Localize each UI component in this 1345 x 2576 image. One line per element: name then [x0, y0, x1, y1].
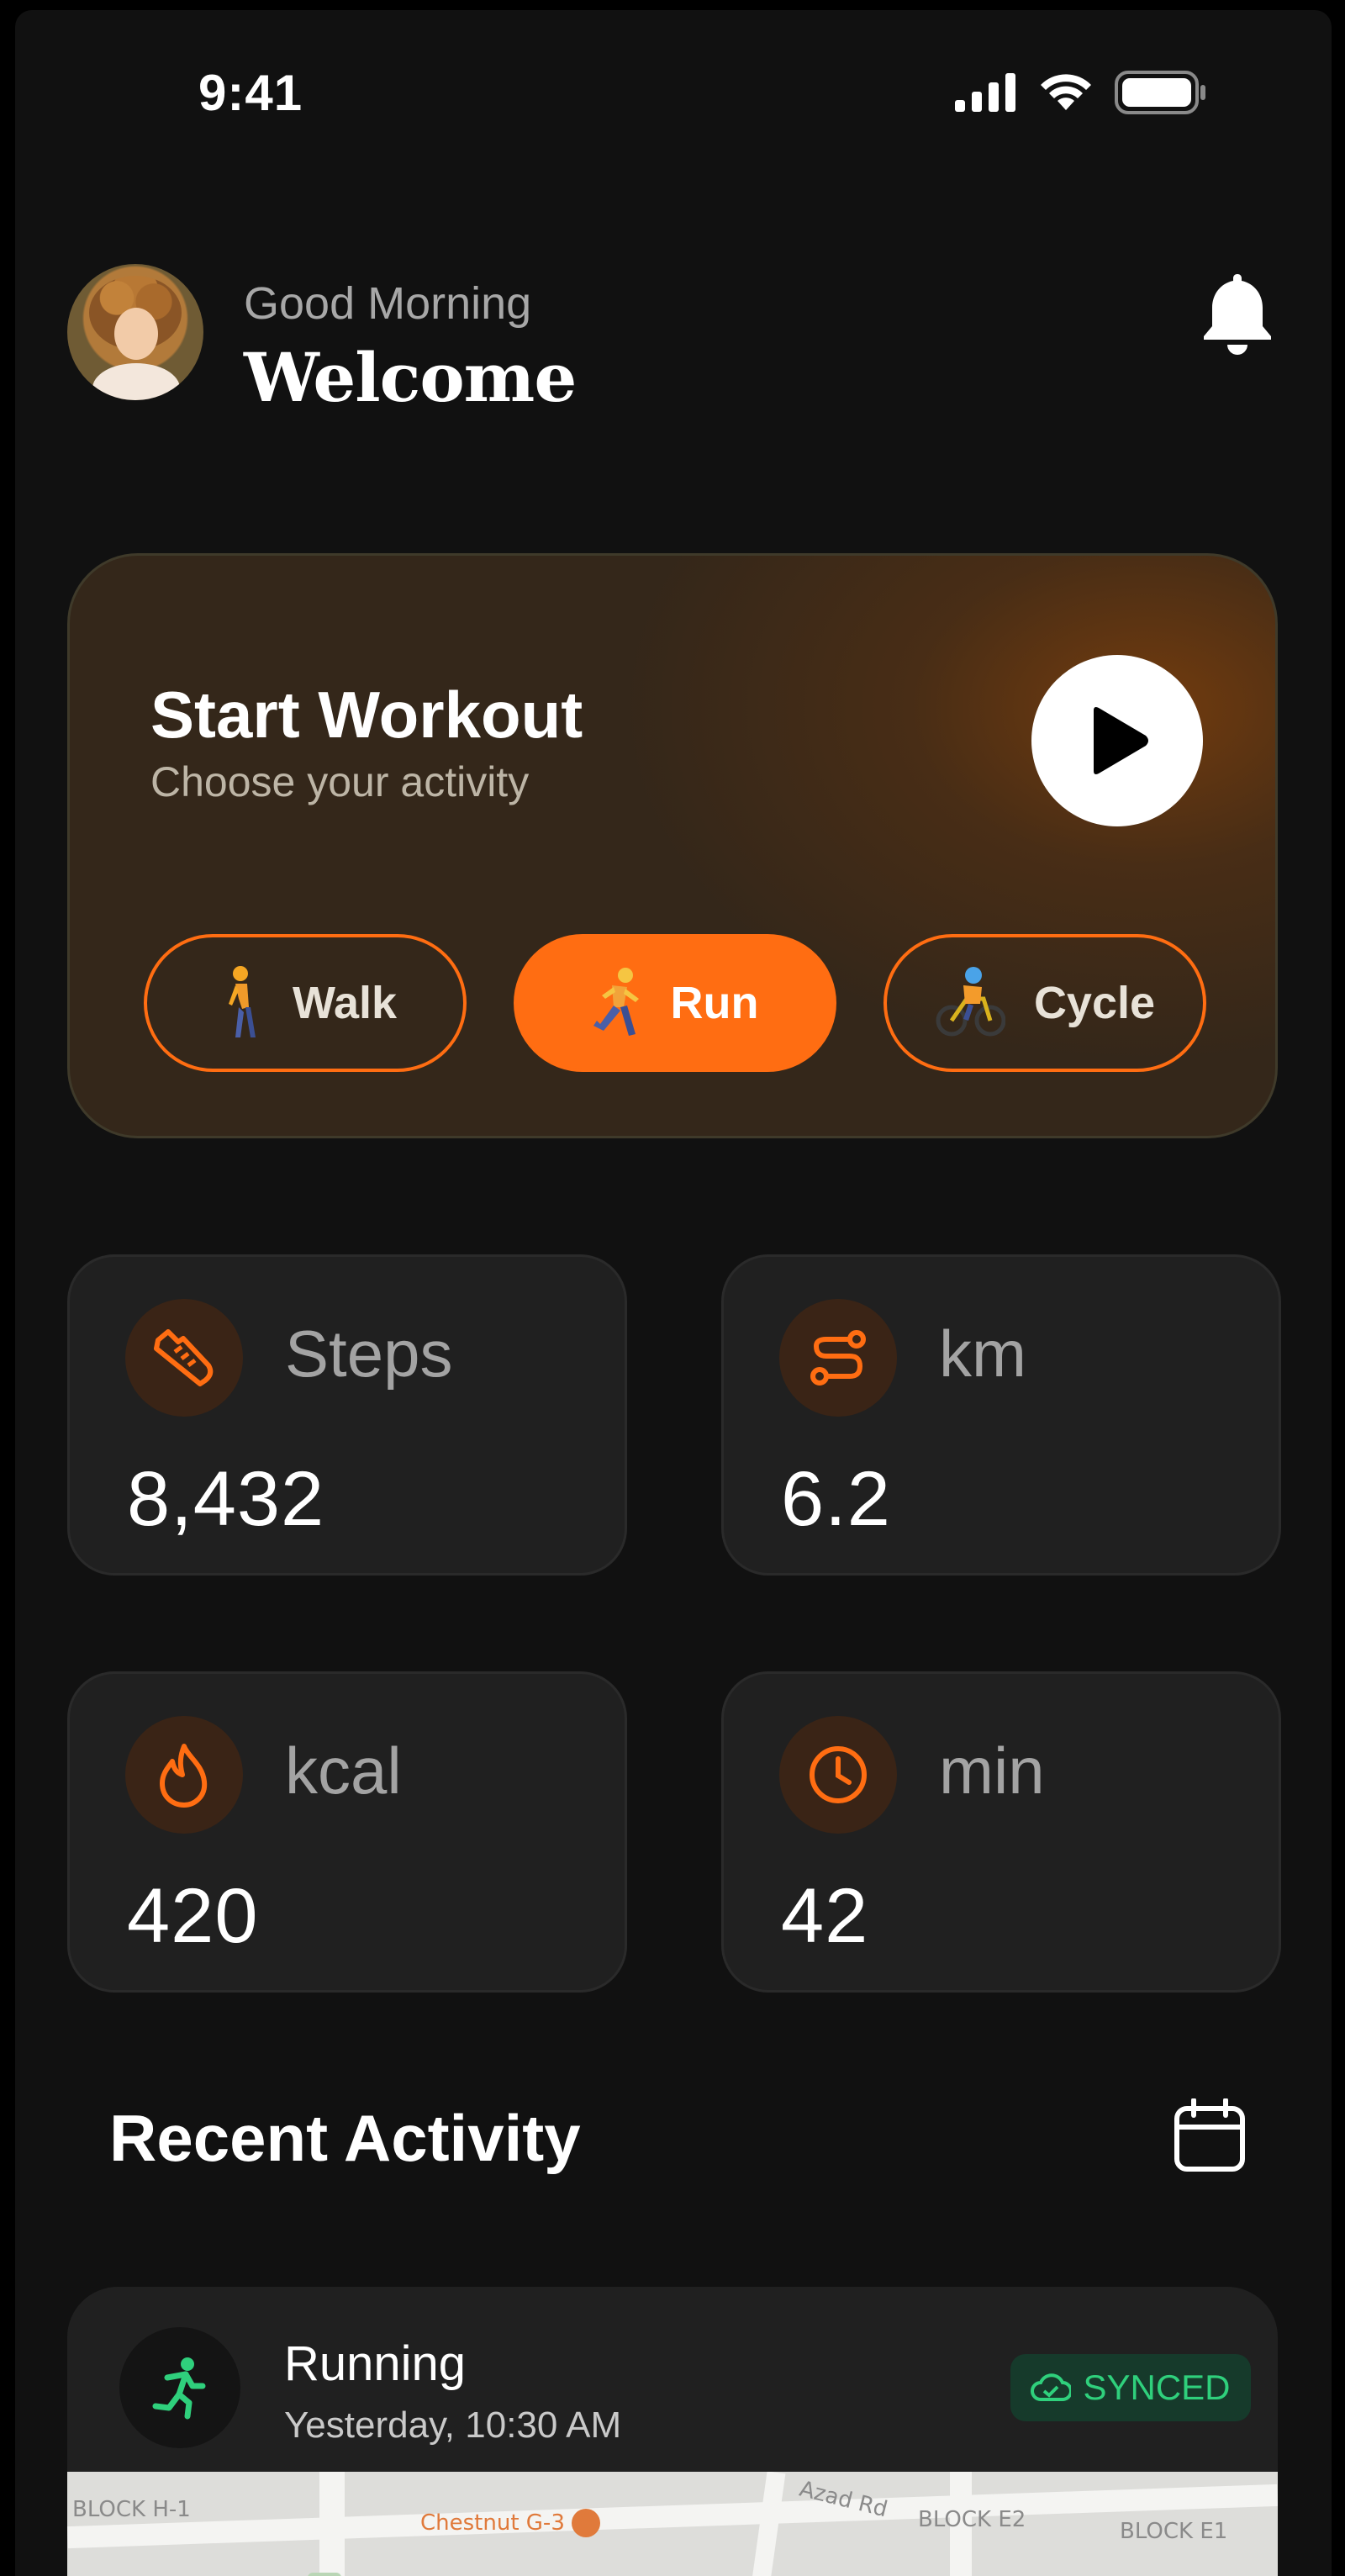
stat-card-duration[interactable]: min 42 — [721, 1671, 1281, 1993]
map-label: Chestnut G-3 — [420, 2510, 565, 2536]
activity-chip-run[interactable]: Run — [514, 934, 836, 1072]
activity-chip-label: Cycle — [1033, 978, 1156, 1028]
map-pin — [572, 2509, 600, 2537]
activity-time: Yesterday, 10:30 AM — [284, 2404, 622, 2446]
flame-icon — [160, 1744, 208, 1808]
running-icon — [152, 2357, 206, 2420]
calendar-icon[interactable] — [1172, 2098, 1247, 2174]
app-screen: 9:41 Good Morning Welcome Start Workout … — [15, 10, 1332, 2576]
stat-value: 420 — [127, 1873, 259, 1959]
status-badge: SYNCED — [1010, 2354, 1251, 2421]
cloud-check-icon — [1031, 2373, 1072, 2401]
shoe-icon — [154, 1329, 214, 1386]
status-time: 9:41 — [198, 65, 303, 121]
page-title: Welcome — [244, 338, 577, 417]
activity-card[interactable]: Running Yesterday, 10:30 AM SYNCED BLOCK… — [67, 2287, 1278, 2576]
section-title: Recent Activity — [109, 2101, 581, 2175]
workout-title: Start Workout — [150, 678, 583, 752]
running-person-icon — [593, 968, 639, 1036]
stat-label: min — [939, 1734, 1045, 1808]
stat-value: 6.2 — [781, 1456, 891, 1542]
walking-person-icon — [228, 966, 256, 1037]
map-label: BLOCK H-1 — [72, 2497, 191, 2522]
activity-name: Running — [284, 2336, 467, 2391]
activity-chip-walk[interactable]: Walk — [144, 934, 467, 1072]
workout-subtitle: Choose your activity — [150, 758, 530, 805]
stat-label: km — [939, 1317, 1026, 1391]
activity-map[interactable]: BLOCK H-1 Chestnut G-3 BLOCK E2 BLOCK E1… — [67, 2472, 1278, 2576]
start-workout-card: Start Workout Choose your activity Walk — [67, 553, 1278, 1138]
route-icon — [810, 1330, 866, 1386]
status-badge-label: SYNCED — [1083, 2367, 1231, 2407]
wifi-icon — [1041, 74, 1091, 110]
signal-icon — [955, 73, 1015, 112]
clock-icon — [810, 1746, 867, 1803]
stat-label: Steps — [285, 1317, 453, 1391]
play-icon — [1094, 707, 1148, 774]
stat-value: 8,432 — [127, 1456, 325, 1542]
stat-card-distance[interactable]: km 6.2 — [721, 1254, 1281, 1576]
activity-chip-cycle[interactable]: Cycle — [883, 934, 1206, 1072]
activity-chip-label: Run — [670, 978, 759, 1028]
stat-card-steps[interactable]: Steps 8,432 — [67, 1254, 627, 1576]
cyclist-icon — [936, 967, 1005, 1037]
map-label: BLOCK E1 — [1120, 2519, 1228, 2544]
stat-card-calories[interactable]: kcal 420 — [67, 1671, 627, 1993]
greeting-text: Good Morning — [244, 278, 532, 329]
stat-value: 42 — [781, 1873, 869, 1959]
stat-label: kcal — [285, 1734, 402, 1808]
activity-chip-label: Walk — [292, 978, 398, 1028]
status-icons — [955, 71, 1207, 114]
play-button[interactable] — [1031, 655, 1203, 826]
battery-icon — [1115, 71, 1205, 114]
avatar[interactable] — [67, 264, 203, 400]
bell-icon[interactable] — [1200, 271, 1274, 355]
map-label: BLOCK E2 — [918, 2507, 1026, 2532]
